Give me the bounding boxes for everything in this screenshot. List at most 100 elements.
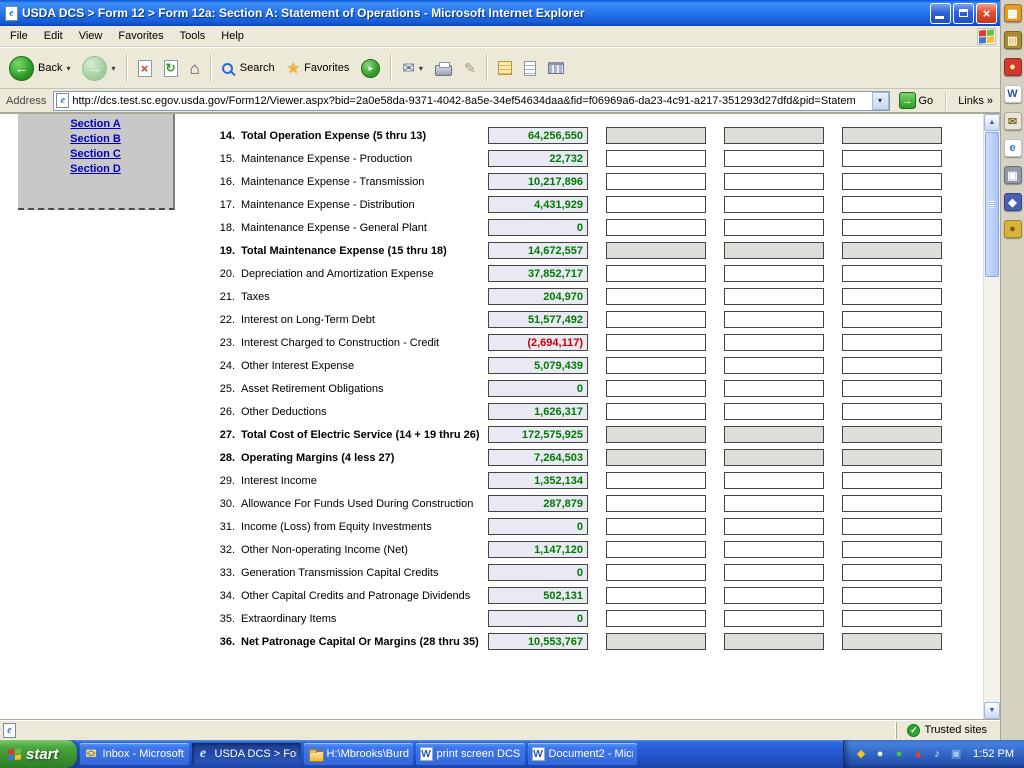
forward-button[interactable]: → — [77, 53, 120, 84]
input-field[interactable] — [606, 541, 706, 558]
taskbar-task-button[interactable]: W print screen DCS ... — [416, 743, 525, 765]
value-field[interactable]: 1,352,134 — [488, 472, 588, 489]
value-field[interactable]: 4,431,929 — [488, 196, 588, 213]
value-field[interactable]: 14,672,557 — [488, 242, 588, 259]
input-field[interactable] — [606, 610, 706, 627]
input-field[interactable] — [606, 150, 706, 167]
input-field[interactable] — [842, 219, 942, 236]
input-field[interactable] — [724, 288, 824, 305]
dock-shortcut-icon-2[interactable]: ▥ — [1004, 31, 1022, 49]
sidebar-section-link[interactable]: Section C — [18, 147, 173, 162]
menu-item[interactable]: Help — [213, 28, 252, 44]
input-field[interactable] — [842, 288, 942, 305]
media-button[interactable]: ▸ — [356, 56, 385, 81]
value-field[interactable]: 204,970 — [488, 288, 588, 305]
menu-item[interactable]: Edit — [36, 28, 71, 44]
input-field[interactable] — [724, 219, 824, 236]
address-url[interactable]: http://dcs.test.sc.egov.usda.gov/Form12/… — [72, 95, 868, 107]
value-field[interactable]: 172,575,925 — [488, 426, 588, 443]
input-field[interactable] — [842, 403, 942, 420]
value-field[interactable]: 51,577,492 — [488, 311, 588, 328]
input-field[interactable] — [606, 288, 706, 305]
dock-shortcut-icon-8[interactable]: ◆ — [1004, 193, 1022, 211]
dock-shortcut-icon-5[interactable]: ✉ — [1004, 112, 1022, 130]
input-field[interactable] — [724, 380, 824, 397]
mail-button[interactable]: ✉ — [397, 58, 428, 79]
value-field[interactable]: 502,131 — [488, 587, 588, 604]
input-field[interactable] — [842, 564, 942, 581]
value-field[interactable]: 0 — [488, 610, 588, 627]
value-field[interactable]: 0 — [488, 564, 588, 581]
input-field[interactable] — [724, 564, 824, 581]
input-field[interactable] — [842, 311, 942, 328]
input-field[interactable] — [606, 518, 706, 535]
value-field[interactable]: 287,879 — [488, 495, 588, 512]
value-field[interactable]: (2,694,117) — [488, 334, 588, 351]
input-field[interactable] — [842, 265, 942, 282]
value-field[interactable]: 10,553,767 — [488, 633, 588, 650]
input-field[interactable] — [606, 311, 706, 328]
forward-dropdown-icon[interactable] — [111, 62, 115, 74]
input-field[interactable] — [724, 518, 824, 535]
value-field[interactable]: 1,626,317 — [488, 403, 588, 420]
input-field[interactable] — [724, 357, 824, 374]
dock-shortcut-icon-6[interactable]: e — [1004, 139, 1022, 157]
value-field[interactable]: 64,256,550 — [488, 127, 588, 144]
taskbar-task-button[interactable]: e USDA DCS > For... — [192, 743, 301, 765]
value-field[interactable]: 0 — [488, 380, 588, 397]
taskbar-task-button[interactable]: H:\Mbrooks\Burd... — [304, 743, 413, 765]
start-button[interactable]: start — [0, 740, 77, 768]
vertical-scrollbar[interactable]: ▲ ▼ — [983, 114, 1000, 719]
input-field[interactable] — [724, 311, 824, 328]
favorites-button[interactable]: ★ Favorites — [282, 58, 355, 79]
taskbar-task-button[interactable]: ✉ Inbox - Microsoft... — [80, 743, 189, 765]
dock-shortcut-icon-7[interactable]: ▣ — [1004, 166, 1022, 184]
menu-item[interactable]: File — [2, 28, 36, 44]
edit-button[interactable]: ✎ — [459, 58, 481, 78]
value-field[interactable]: 37,852,717 — [488, 265, 588, 282]
input-field[interactable] — [724, 472, 824, 489]
input-field[interactable] — [606, 173, 706, 190]
input-field[interactable] — [842, 150, 942, 167]
go-button[interactable]: → Go — [894, 91, 939, 110]
scroll-up-button[interactable]: ▲ — [984, 114, 1000, 131]
input-field[interactable] — [842, 472, 942, 489]
audio-tray-icon[interactable]: ♪ — [930, 747, 944, 761]
sidebar-section-link[interactable]: Section B — [18, 132, 173, 147]
input-field[interactable] — [724, 265, 824, 282]
value-field[interactable]: 10,217,896 — [488, 173, 588, 190]
antivirus-tray-icon[interactable]: ● — [892, 747, 906, 761]
value-field[interactable]: 0 — [488, 518, 588, 535]
input-field[interactable] — [606, 265, 706, 282]
print-button[interactable] — [430, 57, 457, 79]
back-button[interactable]: ← Back — [4, 53, 75, 84]
dock-shortcut-icon-3[interactable]: ● — [1004, 58, 1022, 76]
update-tray-icon[interactable]: ● — [873, 747, 887, 761]
back-dropdown-icon[interactable] — [66, 62, 70, 74]
input-field[interactable] — [606, 587, 706, 604]
alert-tray-icon[interactable]: ▲ — [911, 747, 925, 761]
input-field[interactable] — [606, 564, 706, 581]
input-field[interactable] — [724, 334, 824, 351]
menu-item[interactable]: Favorites — [110, 28, 171, 44]
sidebar-section-link[interactable]: Section A — [18, 117, 173, 132]
input-field[interactable] — [724, 403, 824, 420]
document-button[interactable] — [519, 58, 541, 79]
input-field[interactable] — [842, 196, 942, 213]
input-field[interactable] — [606, 403, 706, 420]
input-field[interactable] — [724, 173, 824, 190]
dock-shortcut-icon-4[interactable]: W — [1004, 85, 1022, 103]
input-field[interactable] — [842, 541, 942, 558]
value-field[interactable]: 0 — [488, 219, 588, 236]
mail-dropdown-icon[interactable] — [419, 62, 423, 74]
discuss-button[interactable] — [543, 59, 569, 77]
input-field[interactable] — [724, 196, 824, 213]
input-field[interactable] — [724, 610, 824, 627]
input-field[interactable] — [842, 173, 942, 190]
input-field[interactable] — [606, 196, 706, 213]
value-field[interactable]: 5,079,439 — [488, 357, 588, 374]
value-field[interactable]: 22,732 — [488, 150, 588, 167]
input-field[interactable] — [842, 357, 942, 374]
input-field[interactable] — [842, 495, 942, 512]
input-field[interactable] — [842, 518, 942, 535]
